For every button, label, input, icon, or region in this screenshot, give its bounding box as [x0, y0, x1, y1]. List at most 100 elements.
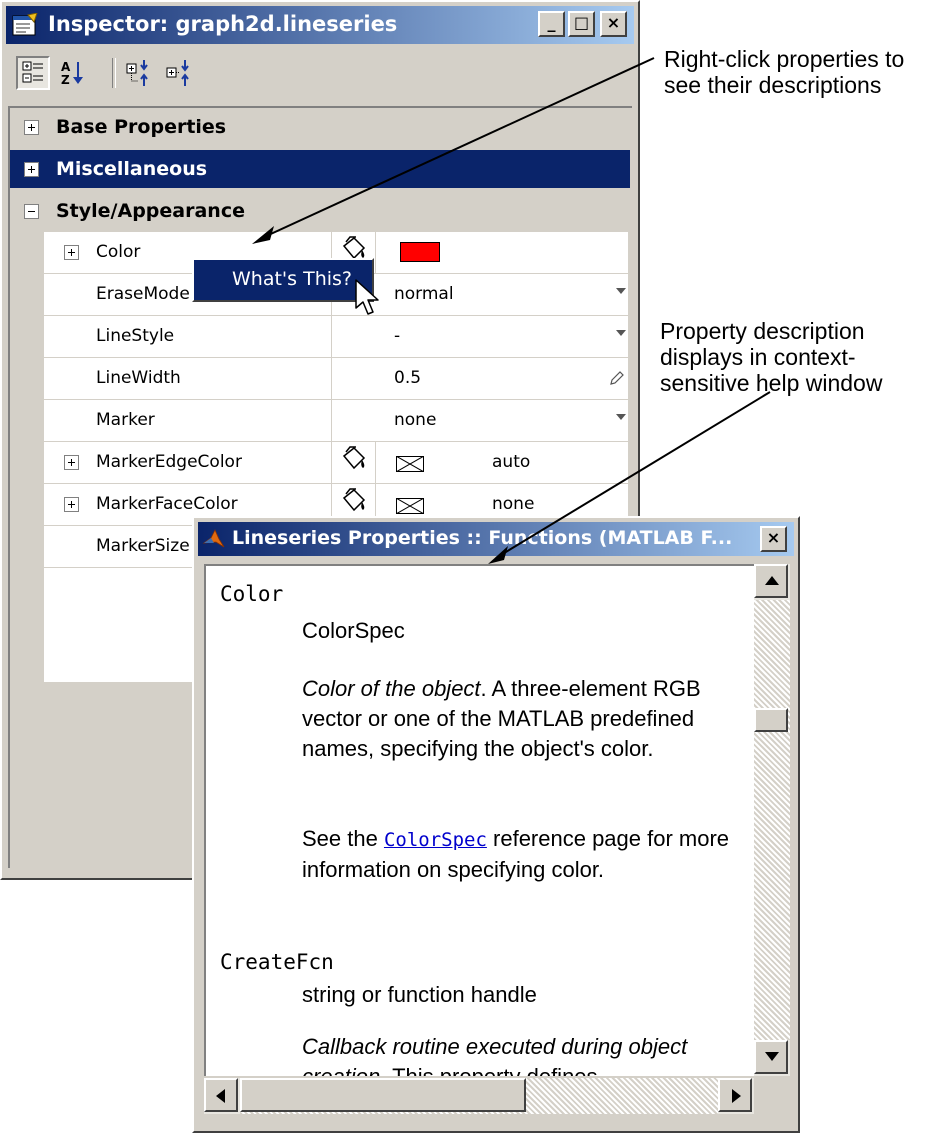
help-title-bar[interactable]: Lineseries Properties :: Functions (MATL… — [198, 522, 794, 556]
svg-text:A: A — [61, 60, 71, 74]
arrow-up-icon — [765, 576, 779, 585]
horizontal-scrollbar[interactable] — [204, 1078, 754, 1114]
sort-alphabetical-button[interactable]: A Z — [56, 56, 90, 90]
scroll-up-button[interactable] — [754, 564, 788, 598]
property-value-cell[interactable]: none — [332, 400, 628, 441]
callout-line: Right-click properties to — [664, 46, 905, 72]
property-name-cell: MarkerEdgeColor — [44, 442, 332, 483]
callout-line: sensitive help window — [660, 370, 883, 396]
property-name: LineStyle — [96, 326, 175, 346]
expand-all-icon — [126, 60, 148, 86]
expand-icon[interactable] — [64, 455, 79, 470]
category-miscellaneous[interactable]: Miscellaneous — [10, 150, 630, 188]
property-description-createfcn: Callback routine executed during object … — [302, 1034, 688, 1076]
categorized-view-icon — [22, 61, 43, 83]
callout-line: Property description — [660, 318, 865, 344]
matlab-logo-icon — [202, 529, 225, 548]
expand-icon[interactable] — [24, 162, 39, 177]
svg-text:Z: Z — [61, 73, 70, 87]
expand-icon[interactable] — [24, 120, 39, 135]
scroll-right-button[interactable] — [718, 1078, 752, 1112]
inspector-title: Inspector: graph2d.lineseries — [48, 12, 398, 36]
property-heading-color: Color — [220, 582, 284, 606]
mouse-cursor-icon — [355, 279, 379, 315]
dropdown-arrow-icon[interactable] — [616, 288, 626, 294]
toolbar-separator — [112, 58, 116, 88]
property-name: Marker — [96, 410, 155, 430]
expand-all-button[interactable] — [124, 56, 158, 90]
no-color-icon — [396, 456, 424, 472]
property-description-color: Color of the object. A three-element RGB… — [302, 676, 701, 761]
property-name: MarkerFaceColor — [96, 494, 238, 514]
property-name-cell: LineStyle — [44, 316, 332, 357]
property-type-createfcn: string or function handle — [302, 982, 537, 1007]
collapse-icon[interactable] — [24, 204, 39, 219]
property-type-color: ColorSpec — [302, 618, 405, 643]
arrow-left-icon — [216, 1089, 225, 1103]
category-label: Style/Appearance — [56, 200, 245, 222]
scroll-thumb[interactable] — [754, 708, 788, 732]
close-button[interactable]: × — [600, 11, 627, 37]
edit-pencil-icon[interactable] — [608, 371, 624, 387]
arrow-right-icon — [732, 1089, 741, 1103]
property-name-cell: LineWidth — [44, 358, 332, 399]
property-name: MarkerSize — [96, 536, 190, 556]
expand-icon[interactable] — [64, 497, 79, 512]
category-base-properties[interactable]: Base Properties — [10, 108, 630, 146]
vertical-scrollbar[interactable] — [754, 564, 790, 1076]
dropdown-arrow-icon[interactable] — [616, 330, 626, 336]
expand-icon[interactable] — [64, 245, 79, 260]
property-row-linestyle[interactable]: LineStyle - — [44, 316, 628, 358]
minimize-button[interactable]: _ — [538, 11, 565, 37]
context-menu: What's This? — [192, 258, 374, 302]
callout-right-click: Right-click properties to see their desc… — [664, 46, 904, 98]
inspector-title-bar[interactable]: Inspector: graph2d.lineseries _ □ × — [6, 6, 634, 44]
property-value-cell[interactable] — [332, 232, 628, 273]
collapse-all-button[interactable] — [164, 56, 198, 90]
callout-line: see their descriptions — [664, 72, 882, 98]
property-value-cell[interactable]: - — [332, 316, 628, 357]
scroll-thumb[interactable] — [240, 1078, 526, 1112]
property-name: LineWidth — [96, 368, 181, 388]
categorized-view-button[interactable] — [16, 56, 50, 90]
scroll-left-button[interactable] — [204, 1078, 238, 1112]
collapse-all-icon — [166, 60, 189, 86]
inspector-toolbar: A Z — [8, 50, 632, 98]
callout-property-description: Property description displays in context… — [660, 318, 882, 396]
property-value-cell[interactable]: 0.5 — [332, 358, 628, 399]
scroll-corner — [754, 1078, 790, 1114]
help-title: Lineseries Properties :: Functions (MATL… — [232, 527, 733, 549]
no-color-icon — [396, 498, 424, 514]
help-close-button[interactable]: × — [760, 526, 787, 552]
sort-alphabetical-icon: A Z — [61, 60, 83, 87]
callout-line: displays in context- — [660, 344, 856, 370]
property-value: normal — [394, 284, 454, 304]
help-window: Lineseries Properties :: Functions (MATL… — [192, 516, 800, 1133]
scroll-track[interactable] — [754, 600, 790, 1040]
property-name: Color — [96, 242, 141, 262]
help-content: Color ColorSpec Color of the object. A t… — [204, 564, 754, 1076]
property-name: MarkerEdgeColor — [96, 452, 242, 472]
category-style-appearance[interactable]: Style/Appearance — [10, 192, 630, 230]
property-value: none — [492, 494, 535, 514]
menu-item-whats-this[interactable]: What's This? — [232, 268, 352, 290]
scroll-down-button[interactable] — [754, 1040, 788, 1074]
property-name: EraseMode — [96, 284, 190, 304]
colorspec-link[interactable]: ColorSpec — [384, 829, 487, 851]
paint-bucket-button[interactable] — [332, 442, 376, 483]
inspector-app-icon — [12, 13, 38, 36]
maximize-button[interactable]: □ — [568, 11, 595, 37]
property-see-also-color: See the ColorSpec reference page for mor… — [302, 826, 730, 882]
property-value: auto — [492, 452, 531, 472]
property-heading-createfcn: CreateFcn — [220, 950, 334, 974]
property-row-marker[interactable]: Marker none — [44, 400, 628, 442]
property-value-cell[interactable]: auto — [332, 442, 628, 483]
paint-bucket-icon — [342, 446, 366, 470]
property-row-markeredgecolor[interactable]: MarkerEdgeColor auto — [44, 442, 628, 484]
property-value: none — [394, 410, 437, 430]
dropdown-arrow-icon[interactable] — [616, 414, 626, 420]
property-value: 0.5 — [394, 368, 422, 388]
property-value: - — [394, 326, 401, 346]
property-row-linewidth[interactable]: LineWidth 0.5 — [44, 358, 628, 400]
color-swatch[interactable] — [400, 242, 440, 262]
